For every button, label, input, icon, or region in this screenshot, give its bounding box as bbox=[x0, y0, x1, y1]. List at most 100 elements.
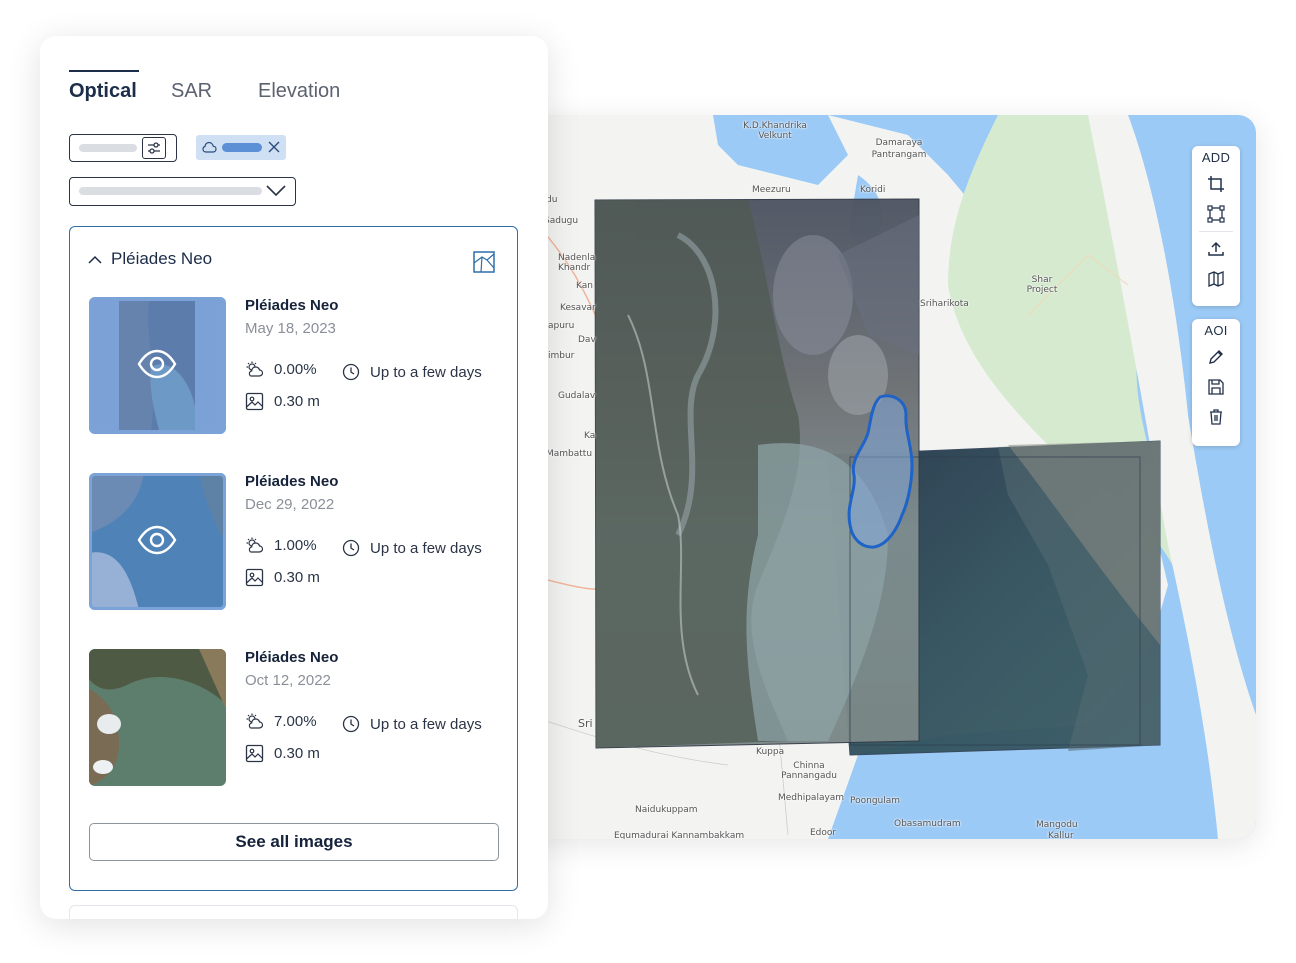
add-toolbar-label: ADD bbox=[1201, 150, 1231, 165]
close-icon[interactable] bbox=[267, 140, 281, 154]
cloud-cover-value: 7.00% bbox=[274, 713, 317, 730]
delete-aoi-button[interactable] bbox=[1200, 402, 1232, 432]
map-label: Kesavar bbox=[560, 303, 596, 313]
eye-icon bbox=[137, 525, 177, 555]
aoi-toolbar: AOI bbox=[1192, 319, 1240, 446]
delivery-time: Up to a few days bbox=[342, 715, 482, 733]
image-result[interactable]: Pléiades Neo Oct 12, 2022 7.00% Up to a … bbox=[89, 649, 489, 787]
tab-elevation[interactable]: Elevation bbox=[258, 80, 340, 103]
clock-icon bbox=[342, 715, 360, 733]
delivery-time-value: Up to a few days bbox=[370, 715, 482, 733]
map-label: imbur bbox=[548, 351, 575, 361]
image-date: Dec 29, 2022 bbox=[245, 496, 335, 513]
image-icon bbox=[245, 392, 264, 411]
map-label: Gudalav bbox=[558, 391, 596, 401]
image-thumbnail[interactable] bbox=[89, 297, 226, 434]
map-label: Ka bbox=[584, 431, 596, 441]
image-thumbnail[interactable] bbox=[89, 473, 226, 610]
delivery-time-value: Up to a few days bbox=[370, 539, 482, 557]
clock-icon bbox=[342, 539, 360, 557]
delivery-time: Up to a few days bbox=[342, 539, 482, 557]
map-canvas[interactable] bbox=[528, 115, 1256, 839]
image-title: Pléiades Neo bbox=[245, 297, 339, 314]
resolution-value: 0.30 m bbox=[274, 393, 320, 410]
next-provider-group bbox=[69, 905, 518, 919]
image-title: Pléiades Neo bbox=[245, 649, 339, 666]
group-collapse-toggle[interactable]: Pléiades Neo bbox=[88, 249, 212, 269]
image-result[interactable]: Pléiades Neo May 18, 2023 0.00% Up to a … bbox=[89, 297, 489, 435]
placeholder-bar bbox=[79, 144, 137, 152]
image-title: Pléiades Neo bbox=[245, 473, 339, 490]
edit-aoi-button[interactable] bbox=[1200, 342, 1232, 372]
polygon-icon bbox=[1207, 205, 1225, 223]
map-layers-button[interactable] bbox=[1200, 264, 1232, 294]
map-label: Equmadurai Kannambakkam bbox=[614, 831, 745, 839]
crop-icon bbox=[1208, 176, 1224, 192]
cloud-cover: 0.00% bbox=[245, 361, 317, 378]
sort-select[interactable] bbox=[69, 177, 296, 206]
map-label: apuru bbox=[548, 321, 575, 331]
map-label: Poongulam bbox=[850, 796, 901, 806]
cloud-filter-chip[interactable] bbox=[196, 135, 286, 160]
map-label: Nadenla Khandr bbox=[558, 253, 596, 273]
map-label: Meezuru bbox=[752, 185, 791, 195]
sliders-icon bbox=[148, 142, 160, 154]
trash-icon bbox=[1210, 409, 1222, 425]
provider-group: Pléiades Neo Pléiades Neo May 18, 2023 0… bbox=[69, 226, 518, 891]
map-label: Sri bbox=[578, 717, 593, 730]
sun-cloud-icon bbox=[246, 713, 264, 729]
footprint-toggle-icon[interactable] bbox=[473, 251, 495, 273]
chevron-down-icon bbox=[266, 185, 286, 197]
clock-icon bbox=[342, 363, 360, 381]
map-label: Damaraya Pantrangam bbox=[871, 138, 927, 160]
draw-rectangle-button[interactable] bbox=[1200, 169, 1232, 199]
filter-input[interactable] bbox=[69, 134, 177, 162]
active-tab-indicator bbox=[69, 70, 139, 72]
map-label: Kuppa bbox=[756, 747, 785, 757]
upload-icon bbox=[1208, 241, 1224, 256]
delivery-time-value: Up to a few days bbox=[370, 363, 482, 381]
save-aoi-button[interactable] bbox=[1200, 372, 1232, 402]
map-label: Obasamudram bbox=[894, 819, 961, 829]
image-date: Oct 12, 2022 bbox=[245, 672, 331, 689]
resolution: 0.30 m bbox=[245, 568, 320, 587]
cloud-icon bbox=[202, 141, 217, 153]
map-label: Shar Project bbox=[1026, 275, 1058, 295]
draw-polygon-button[interactable] bbox=[1200, 199, 1232, 229]
map-view[interactable]: K.D.Khandrika Velkunt Damaraya Pantranga… bbox=[528, 115, 1256, 839]
catalog-panel: Optical SAR Elevation Pléiades Neo Pléia… bbox=[40, 36, 548, 919]
map-label: Sadugu bbox=[544, 216, 579, 226]
map-label: Mangodu bbox=[1036, 820, 1078, 830]
tab-sar[interactable]: SAR bbox=[171, 80, 212, 103]
map-label: Kallur bbox=[1048, 831, 1074, 839]
tab-optical[interactable]: Optical bbox=[69, 80, 137, 103]
map-icon bbox=[1208, 271, 1224, 287]
save-icon bbox=[1208, 379, 1224, 395]
chevron-up-icon bbox=[88, 255, 102, 264]
image-result[interactable]: Pléiades Neo Dec 29, 2022 1.00% Up to a … bbox=[89, 473, 489, 611]
map-label: Chinna Pannangadu bbox=[781, 761, 837, 781]
delivery-time: Up to a few days bbox=[342, 363, 482, 381]
map-label: K.D.Khandrika Velkunt bbox=[743, 121, 807, 141]
cloud-cover-value: 1.00% bbox=[274, 537, 317, 554]
image-date: May 18, 2023 bbox=[245, 320, 336, 337]
toolbar-divider bbox=[1199, 231, 1233, 232]
group-title: Pléiades Neo bbox=[111, 249, 213, 268]
cloud-cover: 7.00% bbox=[245, 713, 317, 730]
filter-settings-button[interactable] bbox=[142, 137, 166, 159]
chip-value-bar bbox=[222, 143, 262, 152]
image-icon bbox=[245, 744, 264, 763]
see-all-images-button[interactable]: See all images bbox=[89, 823, 499, 861]
map-label: Dav bbox=[578, 335, 596, 345]
map-label: Naidukuppam bbox=[635, 805, 698, 815]
satellite-thumbnail bbox=[89, 649, 226, 786]
pencil-icon bbox=[1209, 350, 1223, 364]
map-label: Medhipalayam bbox=[778, 793, 845, 803]
sun-cloud-icon bbox=[246, 361, 264, 377]
upload-aoi-button[interactable] bbox=[1200, 234, 1232, 264]
resolution-value: 0.30 m bbox=[274, 745, 320, 762]
map-label: Sriharikota bbox=[920, 299, 969, 309]
resolution-value: 0.30 m bbox=[274, 569, 320, 586]
cloud-cover: 1.00% bbox=[245, 537, 317, 554]
image-thumbnail[interactable] bbox=[89, 649, 226, 786]
